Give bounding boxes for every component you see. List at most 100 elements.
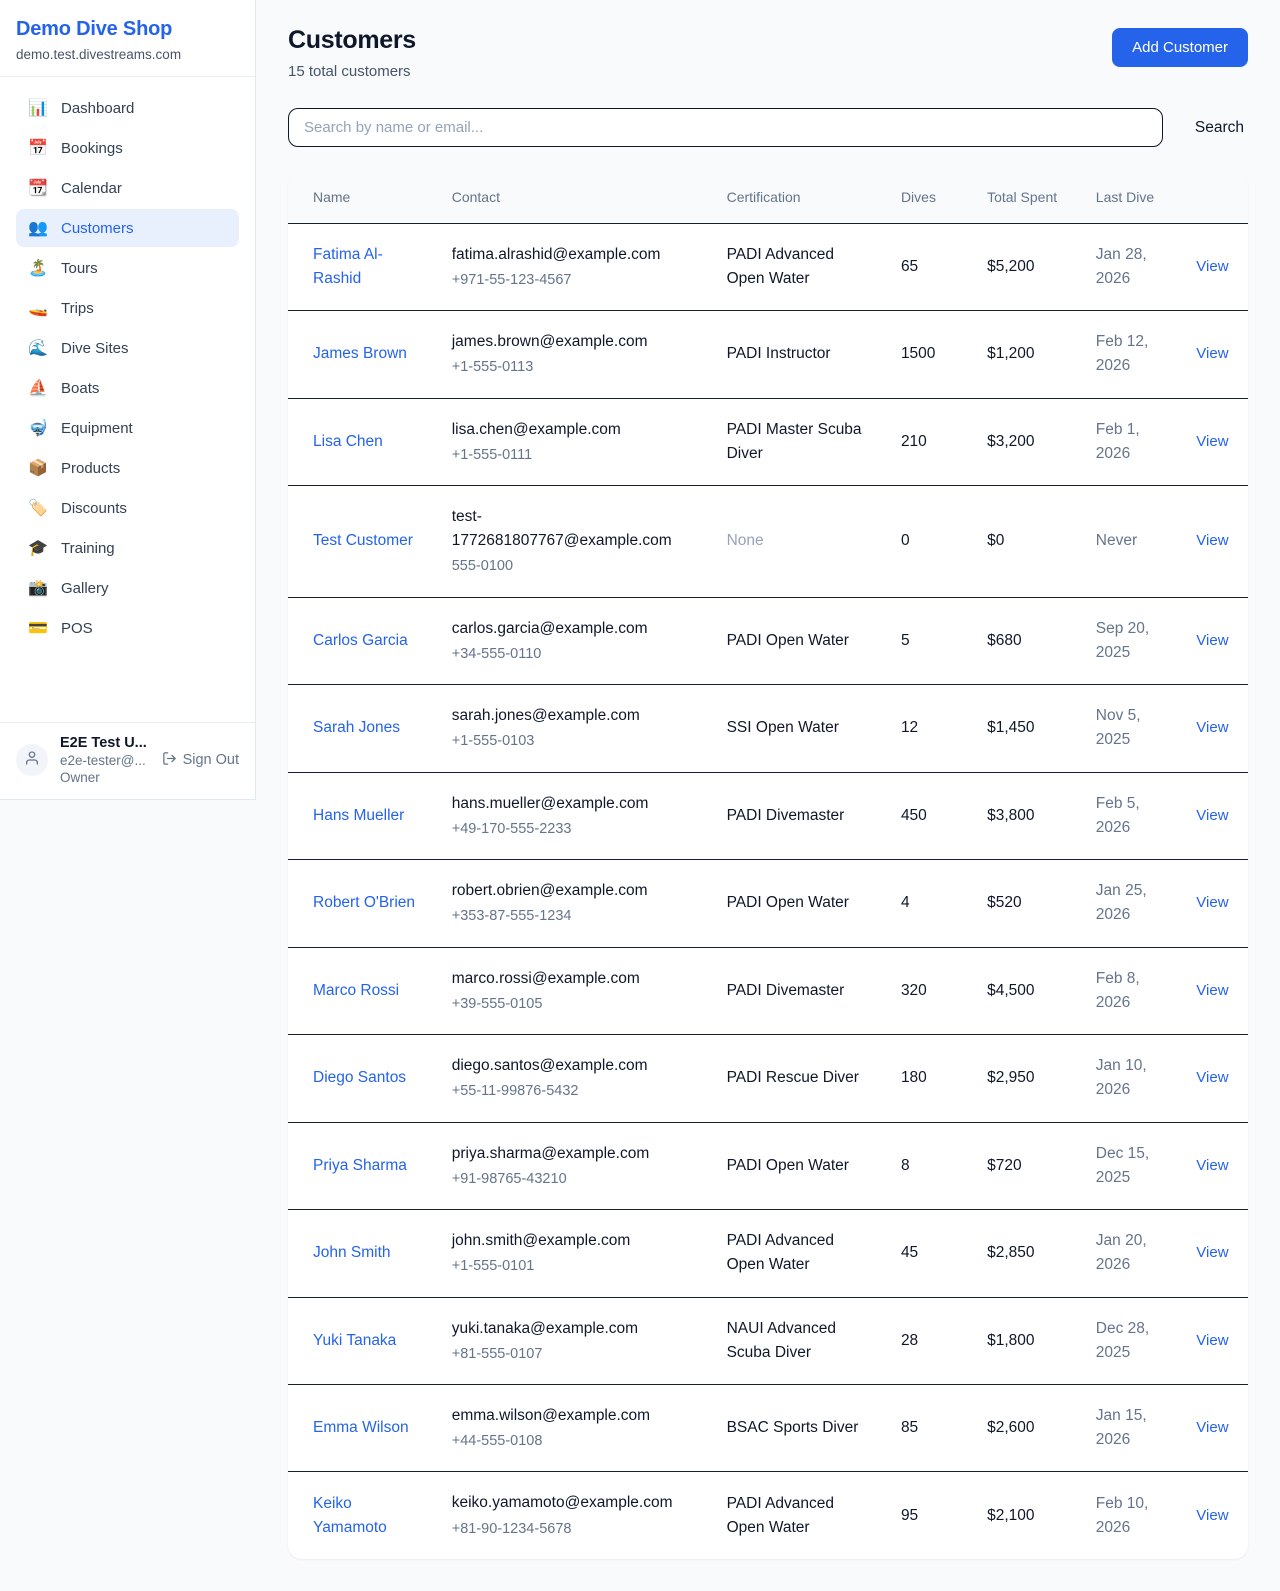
customer-email: priya.sharma@example.com xyxy=(452,1142,699,1166)
sidebar-item-boats[interactable]: ⛵ Boats xyxy=(16,369,239,407)
logout-icon xyxy=(162,751,177,770)
sidebar-item-tours[interactable]: 🏝️Tours xyxy=(16,249,239,287)
table-row: John Smithjohn.smith@example.com+1-555-0… xyxy=(288,1210,1248,1297)
user-email: e2e-tester@... xyxy=(60,753,150,768)
customer-name-link[interactable]: Keiko Yamamoto xyxy=(313,1495,387,1536)
customer-total-spent: $720 xyxy=(973,1122,1082,1209)
customer-certification: PADI Rescue Diver xyxy=(713,1035,887,1122)
customer-name-link[interactable]: John Smith xyxy=(313,1244,391,1261)
view-link[interactable]: View xyxy=(1196,345,1228,362)
sidebar: Demo Dive Shop demo.test.divestreams.com… xyxy=(0,0,256,800)
customer-email: john.smith@example.com xyxy=(452,1229,699,1253)
customer-name-link[interactable]: James Brown xyxy=(313,345,407,362)
column-header-dives: Dives xyxy=(887,173,973,223)
customer-name-link[interactable]: Hans Mueller xyxy=(313,807,404,824)
customer-certification: None xyxy=(713,486,887,598)
customer-last-dive: Feb 1, 2026 xyxy=(1082,398,1183,485)
sidebar-item-label: Products xyxy=(61,460,120,477)
bar-chart-icon: 📊 xyxy=(28,98,48,118)
customer-certification: NAUI Advanced Scuba Diver xyxy=(713,1297,887,1384)
view-link[interactable]: View xyxy=(1196,632,1228,649)
sidebar-item-pos[interactable]: 💳POS xyxy=(16,609,239,647)
sidebar-item-calendar[interactable]: 📆Calendar xyxy=(16,169,239,207)
sidebar-item-trips[interactable]: 🚤Trips xyxy=(16,289,239,327)
view-link[interactable]: View xyxy=(1196,1157,1228,1174)
sidebar-item-gallery[interactable]: 📸Gallery xyxy=(16,569,239,607)
customer-name-link[interactable]: Yuki Tanaka xyxy=(313,1332,396,1349)
sailboat-icon: ⛵ xyxy=(28,378,48,398)
view-link[interactable]: View xyxy=(1196,1419,1228,1436)
view-link[interactable]: View xyxy=(1196,433,1228,450)
customer-certification: PADI Divemaster xyxy=(713,772,887,859)
person-icon xyxy=(24,750,40,771)
sidebar-item-label: Discounts xyxy=(61,500,127,517)
customer-last-dive: Jan 25, 2026 xyxy=(1082,860,1183,947)
customer-certification: PADI Instructor xyxy=(713,311,887,398)
add-customer-button[interactable]: Add Customer xyxy=(1112,28,1248,67)
sidebar-item-discounts[interactable]: 🏷️Discounts xyxy=(16,489,239,527)
view-link[interactable]: View xyxy=(1196,1244,1228,1261)
view-link[interactable]: View xyxy=(1196,807,1228,824)
customer-name-link[interactable]: Test Customer xyxy=(313,532,413,549)
table-row: Emma Wilsonemma.wilson@example.com+44-55… xyxy=(288,1385,1248,1472)
sign-out-button[interactable]: Sign Out xyxy=(162,751,239,770)
sidebar-user-footer: E2E Test U... e2e-tester@... Owner Sign … xyxy=(0,722,255,799)
sidebar-item-label: Dive Sites xyxy=(61,340,129,357)
customer-phone: +1-555-0113 xyxy=(452,356,699,378)
main-content: Customers 15 total customers Add Custome… xyxy=(256,0,1280,1591)
customer-name-link[interactable]: Carlos Garcia xyxy=(313,632,408,649)
customer-last-dive: Feb 8, 2026 xyxy=(1082,947,1183,1034)
sidebar-item-dashboard[interactable]: 📊Dashboard xyxy=(16,89,239,127)
customer-total-spent: $680 xyxy=(973,597,1082,684)
view-link[interactable]: View xyxy=(1196,258,1228,275)
customer-last-dive: Feb 12, 2026 xyxy=(1082,311,1183,398)
view-link[interactable]: View xyxy=(1196,719,1228,736)
sidebar-item-products[interactable]: 📦Products xyxy=(16,449,239,487)
customer-dives: 5 xyxy=(887,597,973,684)
sidebar-item-label: Boats xyxy=(61,380,99,397)
sidebar-item-bookings[interactable]: 📅Bookings xyxy=(16,129,239,167)
customer-dives: 45 xyxy=(887,1210,973,1297)
customer-email: test-1772681807767@example.com xyxy=(452,505,699,553)
customer-last-dive: Never xyxy=(1082,486,1183,598)
view-link[interactable]: View xyxy=(1196,1507,1228,1524)
customer-email: james.brown@example.com xyxy=(452,330,699,354)
table-row: James Brown james.brown@example.com+1-555… xyxy=(288,311,1248,398)
customer-total-spent: $3,800 xyxy=(973,772,1082,859)
customer-certification: PADI Master Scuba Diver xyxy=(713,398,887,485)
customer-dives: 320 xyxy=(887,947,973,1034)
table-row: Test Customer test-1772681807767@example.… xyxy=(288,486,1248,598)
people-icon: 👥 xyxy=(28,218,48,238)
customer-name-link[interactable]: Emma Wilson xyxy=(313,1419,409,1436)
view-link[interactable]: View xyxy=(1196,894,1228,911)
customer-name-link[interactable]: Sarah Jones xyxy=(313,719,400,736)
view-link[interactable]: View xyxy=(1196,1069,1228,1086)
sidebar-item-equipment[interactable]: 🤿Equipment xyxy=(16,409,239,447)
sidebar-item-training[interactable]: 🎓Training xyxy=(16,529,239,567)
search-input[interactable] xyxy=(288,108,1163,147)
customer-total-spent: $4,500 xyxy=(973,947,1082,1034)
calendar-icon: 📅 xyxy=(28,138,48,158)
sidebar-item-dive-sites[interactable]: 🌊Dive Sites xyxy=(16,329,239,367)
view-link[interactable]: View xyxy=(1196,1332,1228,1349)
customer-name-link[interactable]: Diego Santos xyxy=(313,1069,406,1086)
customer-email: fatima.alrashid@example.com xyxy=(452,243,699,267)
customer-name-link[interactable]: Lisa Chen xyxy=(313,433,383,450)
customer-name-link[interactable]: Fatima Al-Rashid xyxy=(313,246,383,287)
table-row: Keiko Yamamotokeiko.yamamoto@example.com… xyxy=(288,1472,1248,1559)
customer-name-link[interactable]: Robert O'Brien xyxy=(313,894,415,911)
sidebar-nav: 📊Dashboard📅Bookings📆Calendar👥Customers🏝️… xyxy=(0,77,255,659)
view-link[interactable]: View xyxy=(1196,532,1228,549)
customer-last-dive: Jan 20, 2026 xyxy=(1082,1210,1183,1297)
customer-name-link[interactable]: Priya Sharma xyxy=(313,1157,407,1174)
view-link[interactable]: View xyxy=(1196,982,1228,999)
search-button[interactable]: Search xyxy=(1191,113,1248,143)
customer-email: emma.wilson@example.com xyxy=(452,1404,699,1428)
customer-phone: +34-555-0110 xyxy=(452,643,699,665)
customer-certification: PADI Advanced Open Water xyxy=(713,1210,887,1297)
sidebar-item-customers[interactable]: 👥Customers xyxy=(16,209,239,247)
customer-certification: PADI Advanced Open Water xyxy=(713,223,887,310)
column-header-total-spent: Total Spent xyxy=(973,173,1082,223)
customer-dives: 85 xyxy=(887,1385,973,1472)
customer-name-link[interactable]: Marco Rossi xyxy=(313,982,399,999)
